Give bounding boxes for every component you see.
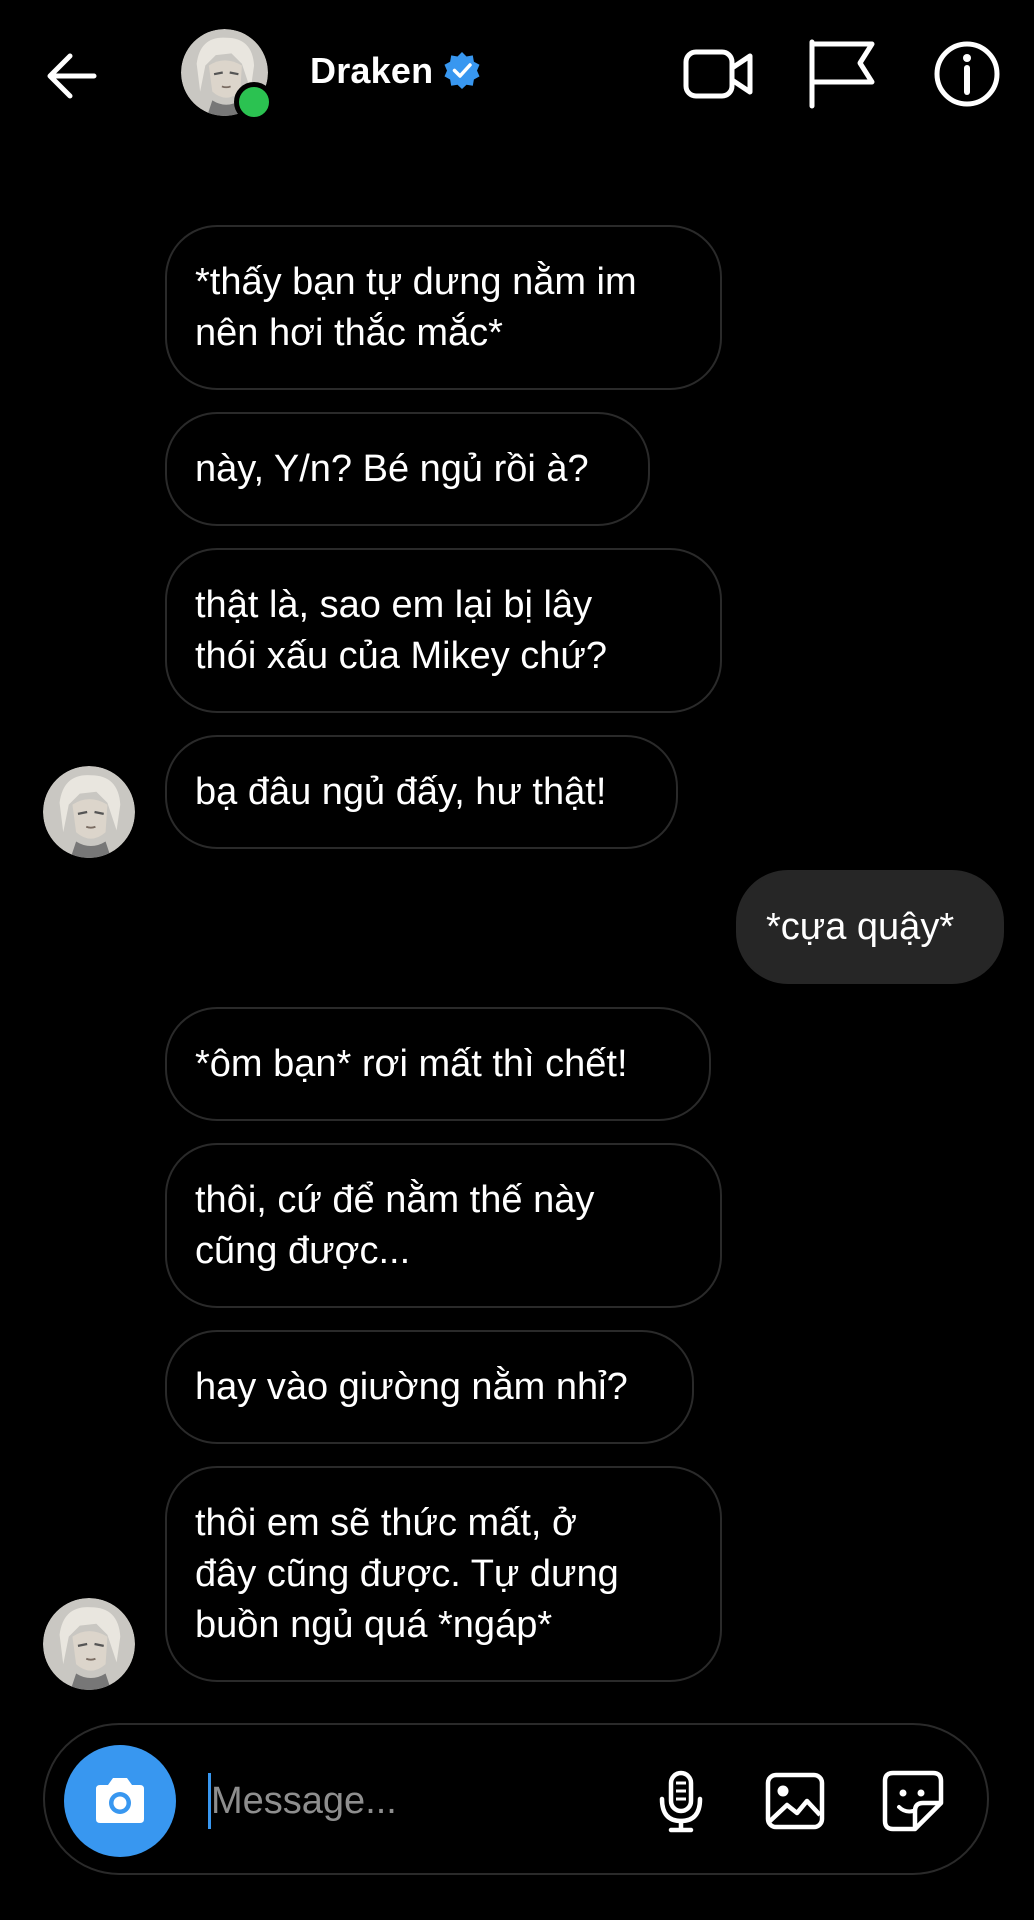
message-bubble[interactable]: bạ đâu ngủ đấy, hư thật! bbox=[165, 735, 678, 849]
camera-button[interactable] bbox=[64, 1745, 176, 1857]
message-input[interactable]: Message... bbox=[211, 1773, 397, 1829]
sender-avatar[interactable] bbox=[43, 1598, 135, 1690]
message-bubble[interactable]: này, Y/n? Bé ngủ rồi à? bbox=[165, 412, 650, 526]
message-composer: Message... bbox=[43, 1723, 989, 1875]
message-bubble[interactable]: *ôm bạn* rơi mất thì chết! bbox=[165, 1007, 711, 1121]
sticker-icon[interactable] bbox=[881, 1769, 945, 1833]
message-bubble[interactable]: thật là, sao em lại bị lây thói xấu của … bbox=[165, 548, 722, 713]
message-bubble[interactable]: hay vào giường nằm nhỉ? bbox=[165, 1330, 694, 1444]
message-bubble[interactable]: thôi em sẽ thức mất, ở đây cũng được. Tự… bbox=[165, 1466, 722, 1682]
message-thread[interactable]: *thấy bạn tự dưng nằm im nên hơi thắc mắ… bbox=[0, 0, 1034, 1920]
microphone-icon[interactable] bbox=[649, 1769, 713, 1833]
camera-icon bbox=[96, 1778, 144, 1823]
image-icon[interactable] bbox=[763, 1769, 827, 1833]
own-message-bubble[interactable]: *cựa quậy* bbox=[736, 870, 1004, 984]
sender-avatar[interactable] bbox=[43, 766, 135, 858]
message-bubble[interactable]: thôi, cứ để nằm thế này cũng được... bbox=[165, 1143, 722, 1308]
message-bubble[interactable]: *thấy bạn tự dưng nằm im nên hơi thắc mắ… bbox=[165, 225, 722, 390]
